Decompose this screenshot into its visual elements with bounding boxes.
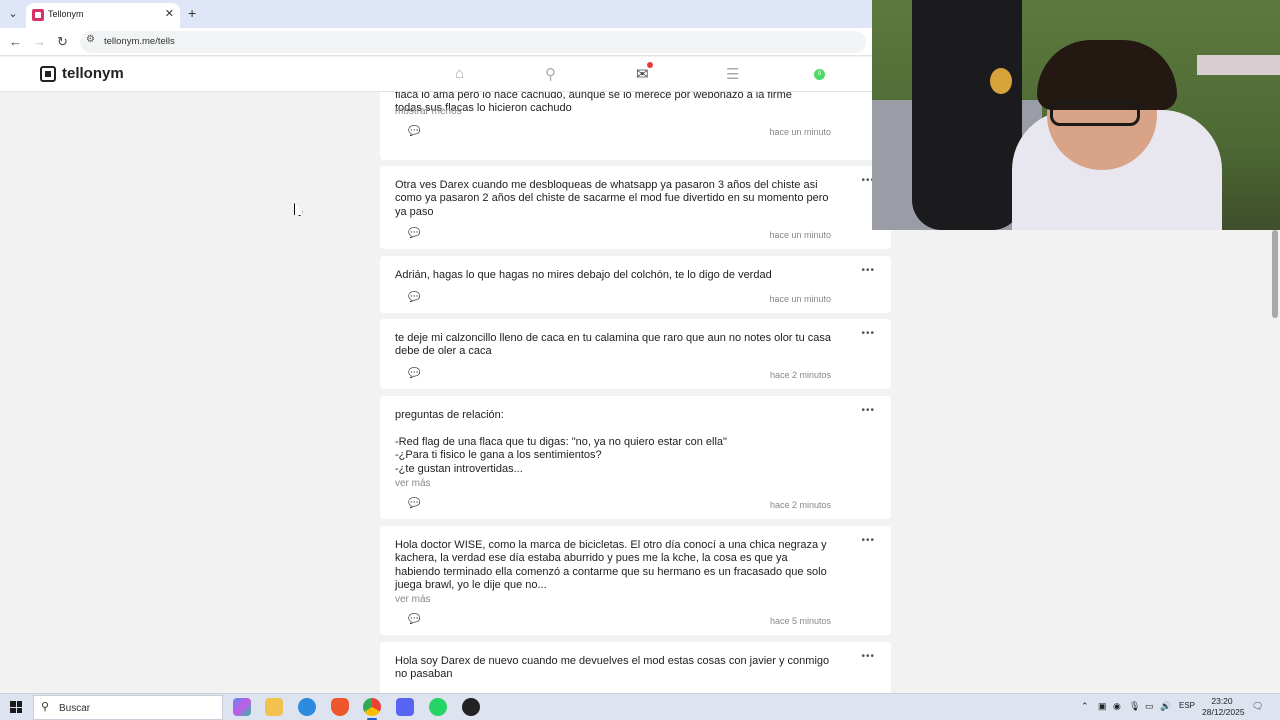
tell-time: hace un minuto bbox=[769, 294, 831, 304]
tab-list-chevron-icon[interactable]: ⌄ bbox=[4, 5, 22, 23]
tell-text: Hola soy Darex de nuevo cuando me devuel… bbox=[395, 655, 830, 681]
comment-icon[interactable]: 💬 bbox=[408, 498, 420, 509]
tell-card: ••• preguntas de relación: -Red flag de … bbox=[380, 396, 891, 519]
tab-title: Tellonym bbox=[48, 9, 84, 19]
webcam-chair bbox=[912, 0, 1022, 230]
taskbar-clock[interactable]: 23:20 28/12/2025 bbox=[1202, 696, 1245, 718]
show-less-link[interactable]: mostrar menos bbox=[395, 106, 462, 117]
app-header: tellonym ⌂ ⚲ ✉ ☰ 0 bbox=[0, 57, 872, 92]
comment-icon[interactable]: 💬 bbox=[408, 292, 420, 303]
notification-dot bbox=[646, 62, 653, 68]
see-more-link[interactable]: ver más bbox=[395, 478, 431, 489]
obs-icon[interactable] bbox=[462, 698, 480, 716]
tell-card: ••• te deje mi calzoncillo lleno de caca… bbox=[380, 319, 891, 389]
file-explorer-icon[interactable] bbox=[265, 698, 283, 716]
more-dots-icon[interactable]: ••• bbox=[861, 328, 875, 339]
taskbar-search-icon: ⚲ bbox=[41, 701, 50, 713]
tray-network-app-icon[interactable]: ◉ bbox=[1113, 701, 1121, 712]
clock-time: 23:20 bbox=[1211, 696, 1233, 706]
webcam-person-glasses bbox=[1050, 100, 1140, 126]
tell-text: Adrián, hagas lo que hagas no mires deba… bbox=[395, 269, 772, 281]
browser-tab-bar: ⌄ Tellonym ✕ + bbox=[0, 0, 872, 28]
show-hidden-icons-icon[interactable]: ⌃ bbox=[1081, 701, 1089, 712]
home-icon[interactable]: ⌂ bbox=[455, 65, 464, 82]
page-scrollbar[interactable] bbox=[1270, 230, 1280, 693]
forward-arrow-icon[interactable]: → bbox=[33, 34, 46, 49]
see-more-link[interactable]: ver más bbox=[395, 594, 431, 605]
logo-icon bbox=[40, 65, 56, 82]
tell-card: ••• Hola soy Darex de nuevo cuando me de… bbox=[380, 642, 891, 693]
comment-icon[interactable]: 💬 bbox=[408, 228, 420, 239]
browser-tab[interactable]: Tellonym ✕ bbox=[26, 3, 180, 28]
comment-icon[interactable]: 💬 bbox=[408, 126, 420, 137]
tell-card: ••• Hola doctor WISE, como la marca de b… bbox=[380, 526, 891, 635]
more-dots-icon[interactable]: ••• bbox=[861, 651, 875, 662]
more-dots-icon[interactable]: ••• bbox=[861, 265, 875, 276]
url-field[interactable]: ⚙ tellonym.me/tells bbox=[80, 31, 866, 53]
more-dots-icon[interactable]: ••• bbox=[861, 535, 875, 546]
new-tab-icon[interactable]: + bbox=[188, 5, 196, 21]
inbox-icon[interactable]: ✉ bbox=[636, 62, 653, 83]
comment-icon[interactable]: 💬 bbox=[408, 614, 420, 625]
tell-time: hace un minuto bbox=[769, 230, 831, 240]
tray-app-icon[interactable]: ▣ bbox=[1098, 701, 1107, 712]
back-arrow-icon[interactable]: ← bbox=[9, 34, 22, 49]
tell-card: ••• Otra ves Darex cuando me desbloqueas… bbox=[380, 166, 891, 249]
brave-icon[interactable] bbox=[331, 698, 349, 716]
webcam-shelf bbox=[1197, 55, 1280, 75]
tellonym-favicon-icon bbox=[32, 9, 44, 21]
edge-icon[interactable] bbox=[298, 698, 316, 716]
wifi-icon[interactable]: ▭ bbox=[1145, 701, 1154, 712]
tell-time: hace 5 minutos bbox=[769, 616, 831, 626]
tell-time: hace 2 minutos bbox=[769, 500, 831, 510]
close-tab-icon[interactable]: ✕ bbox=[165, 7, 174, 20]
volume-icon[interactable]: 🔊 bbox=[1160, 701, 1171, 712]
search-icon[interactable]: ⚲ bbox=[545, 65, 556, 83]
tell-card: flaca lo ama pero lo hace cachudo, aunqu… bbox=[380, 92, 891, 160]
url-text[interactable]: tellonym.me/tells bbox=[104, 36, 175, 47]
webcam-overlay bbox=[872, 0, 1280, 230]
chrome-icon[interactable] bbox=[363, 698, 381, 716]
microphone-icon[interactable]: 🎙 bbox=[1129, 701, 1140, 712]
windows-start-icon[interactable] bbox=[10, 701, 22, 713]
logo-text: tellonym bbox=[62, 65, 124, 82]
taskbar-search-box[interactable]: ⚲ Buscar bbox=[33, 695, 223, 720]
taskbar-search-placeholder: Buscar bbox=[59, 703, 91, 714]
reload-icon[interactable]: ↻ bbox=[57, 34, 68, 50]
scrollbar-thumb[interactable] bbox=[1272, 230, 1278, 318]
tell-time: hace un minuto bbox=[769, 127, 831, 137]
discord-icon[interactable] bbox=[396, 698, 414, 716]
whatsapp-icon[interactable] bbox=[429, 698, 447, 716]
tell-text: Otra ves Darex cuando me desbloqueas de … bbox=[395, 179, 829, 218]
browser-address-bar: ← → ↻ ⚙ tellonym.me/tells bbox=[0, 28, 872, 56]
tell-text: Hola doctor WISE, como la marca de bicic… bbox=[395, 539, 827, 592]
profile-avatar[interactable]: 0 bbox=[814, 69, 825, 80]
tell-text: te deje mi calzoncillo lleno de caca en … bbox=[395, 332, 831, 358]
more-dots-icon[interactable]: ••• bbox=[861, 405, 875, 416]
tell-time: hace 2 minutos bbox=[769, 370, 831, 380]
clock-date: 28/12/2025 bbox=[1202, 707, 1245, 717]
copilot-icon[interactable] bbox=[233, 698, 251, 716]
tellonym-logo[interactable]: tellonym bbox=[40, 65, 124, 82]
tell-text: preguntas de relación: -Red flag de una … bbox=[395, 409, 727, 475]
tell-card: ••• Adrián, hagas lo que hagas no mires … bbox=[380, 256, 891, 313]
comment-icon[interactable]: 💬 bbox=[408, 368, 420, 379]
notifications-icon[interactable]: 🗨 bbox=[1252, 701, 1263, 712]
site-settings-icon[interactable]: ⚙ bbox=[86, 34, 95, 45]
input-language[interactable]: ESP bbox=[1179, 701, 1195, 710]
feed-icon[interactable]: ☰ bbox=[726, 65, 739, 83]
windows-taskbar: ⚲ Buscar ⌃ ▣ ◉ 🎙 ▭ 🔊 ESP 23:20 28/12/202… bbox=[0, 693, 1280, 720]
webcam-plush-toy bbox=[990, 68, 1012, 94]
